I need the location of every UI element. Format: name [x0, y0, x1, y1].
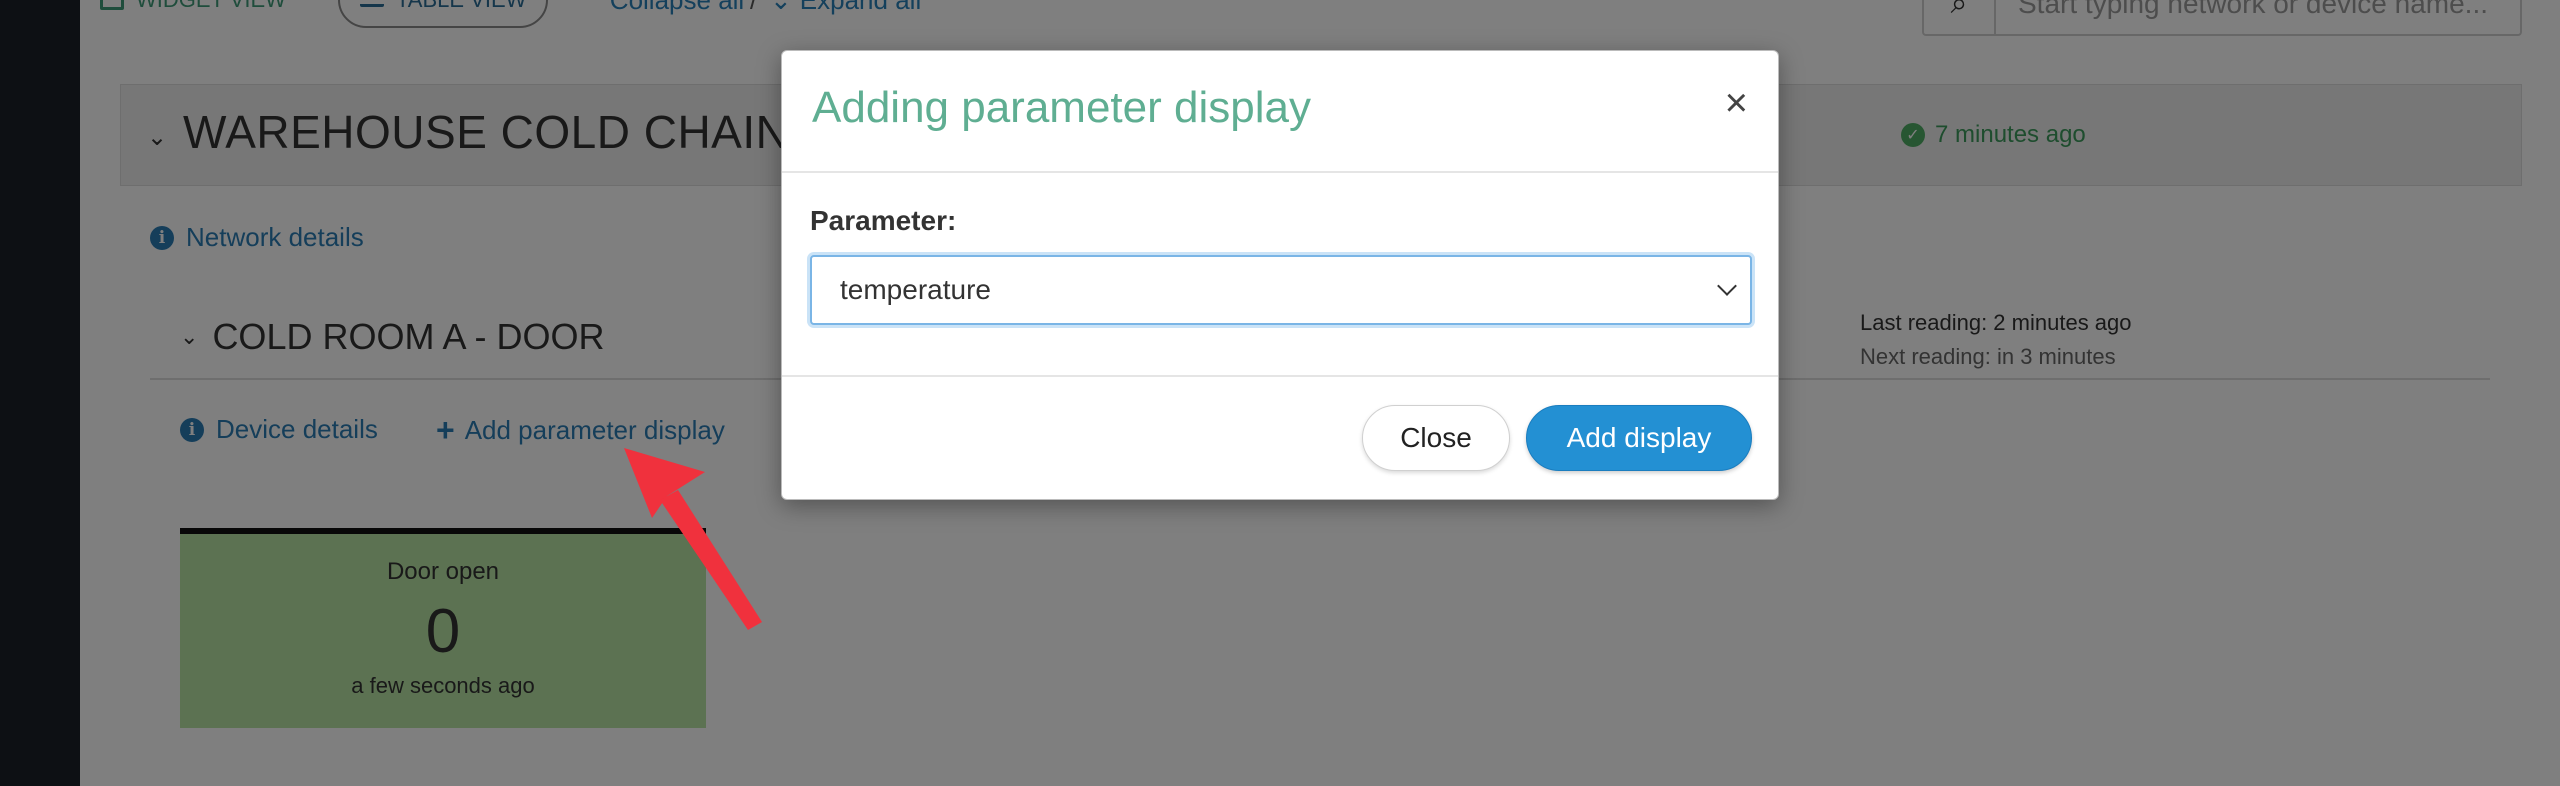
modal-footer: Close Add display	[782, 377, 1778, 499]
parameter-label: Parameter:	[810, 205, 957, 236]
modal-body: Parameter: temperature	[782, 173, 1778, 377]
modal-header: Adding parameter display ×	[782, 51, 1778, 173]
close-button[interactable]: Close	[1362, 405, 1510, 471]
close-icon[interactable]: ×	[1725, 81, 1748, 126]
arrow-head	[624, 448, 705, 518]
arrow-shaft	[660, 490, 762, 630]
parameter-select[interactable]: temperature	[810, 255, 1752, 325]
add-display-button[interactable]: Add display	[1526, 405, 1752, 471]
add-parameter-modal: Adding parameter display × Parameter: te…	[781, 50, 1779, 500]
chevron-down-icon	[1717, 276, 1737, 296]
parameter-selected-value: temperature	[840, 274, 991, 305]
modal-title: Adding parameter display	[812, 83, 1311, 132]
